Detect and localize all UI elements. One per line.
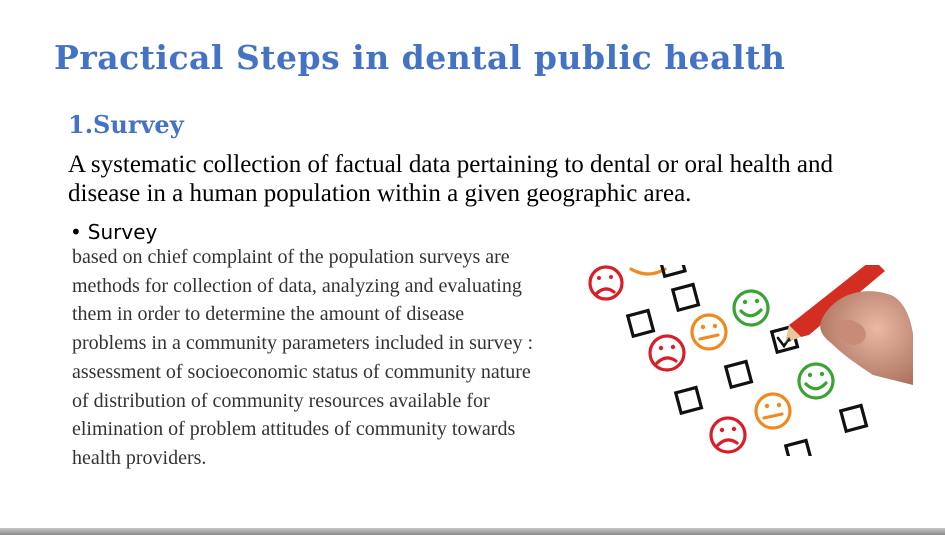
bullet-label: Survey (87, 220, 158, 244)
bullet-dot: • (70, 220, 82, 244)
hand-icon (820, 291, 913, 385)
slide-title: Practical Steps in dental public health (54, 38, 786, 77)
body-paragraph: based on chief complaint of the populati… (72, 246, 533, 469)
survey-illustration (573, 265, 913, 456)
checkbox-icon (783, 438, 814, 456)
checkbox-icon (723, 359, 754, 390)
section-heading: 1.Survey (68, 110, 184, 139)
checkbox-icon (658, 265, 687, 279)
sad-face-icon (709, 416, 747, 454)
neutral-face-icon (754, 392, 792, 430)
bullet-item: • Survey (70, 220, 157, 244)
checkbox-icon (673, 385, 704, 416)
sad-face-icon (648, 334, 686, 372)
happy-face-icon (732, 289, 770, 327)
checkbox-icon (838, 403, 869, 434)
satisfaction-survey-checklist-icon (588, 265, 913, 456)
survey-definition: A systematic collection of factual data … (68, 151, 834, 207)
happy-face-icon (797, 362, 835, 400)
neutral-face-icon (690, 313, 728, 351)
checkbox-icon (670, 282, 701, 313)
checkbox-icon (625, 308, 656, 339)
neutral-face-icon (629, 267, 667, 276)
bottom-bar (0, 528, 945, 535)
